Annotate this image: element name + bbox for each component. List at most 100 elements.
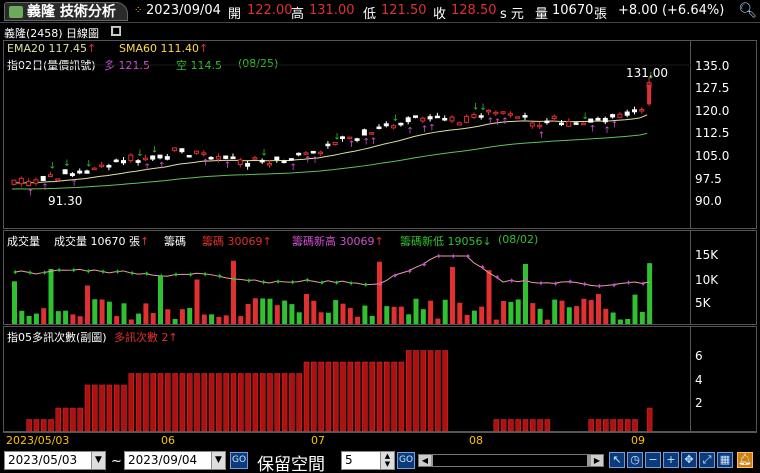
count-bar (318, 361, 324, 432)
candle (33, 179, 39, 184)
count-bar (274, 373, 281, 432)
count-bar (230, 373, 237, 432)
candle (69, 173, 75, 176)
candle (18, 177, 24, 185)
count-bar (106, 384, 113, 432)
volume-tick: 15K (695, 248, 719, 262)
candle (77, 170, 83, 174)
chip-marker-icon: ✦ (435, 252, 442, 261)
chip-marker-icon: ✦ (581, 280, 588, 289)
count-bar (201, 373, 208, 432)
count-bar (77, 407, 83, 432)
count-bar (216, 373, 222, 432)
high-value: 131.00 (309, 3, 355, 18)
volume-bar (347, 308, 353, 324)
volume-bar (77, 316, 83, 324)
candle (91, 167, 97, 171)
count-tick: 2 (695, 396, 703, 410)
count-bar (70, 407, 76, 432)
zoom-icon[interactable]: 🔍︎ (738, 1, 757, 19)
count-bar (26, 419, 32, 432)
buy-signal-icon: ↑ (428, 124, 436, 134)
volume-bar (559, 300, 565, 324)
ema-line (11, 114, 648, 184)
chip-marker-icon: ✦ (538, 279, 545, 288)
zoom-in-icon[interactable]: + (663, 452, 679, 468)
volume-bar (384, 306, 390, 324)
volume-bar (647, 263, 653, 324)
count-panel: 指05多訊次數(副圖) 多訊次數 2↑ (3, 326, 691, 432)
volume-bar (33, 313, 39, 324)
sell-signal-icon: ↓ (49, 162, 57, 172)
volume-bar (493, 319, 499, 324)
volume-axis: 15K 10K 5K (691, 230, 757, 325)
count-bar (267, 373, 273, 432)
candle (347, 136, 353, 140)
date-go-button[interactable]: GO (230, 452, 248, 469)
tab-technical-analysis[interactable]: 義隆 技術分析 (4, 2, 128, 21)
grid-icon[interactable]: ▦ (717, 452, 733, 468)
buy-signal-icon: ↑ (348, 140, 356, 150)
candle (624, 111, 630, 116)
fit-icon[interactable]: ⤢ (699, 452, 715, 468)
price-axis: 135.0 127.5 120.0 112.5 105.0 97.5 90.0 (691, 40, 757, 229)
volume-bar (588, 300, 594, 324)
period-label: 日線圖 (66, 27, 99, 40)
sell-signal-icon: ↓ (85, 160, 93, 170)
candle (215, 156, 221, 160)
scroll-left-icon[interactable]: ◀ (419, 455, 431, 466)
bell-icon[interactable]: 🔔︎ (737, 452, 753, 468)
volume-chart: ✦ ✦ ✦ ✦ ✦ ✦ ✦ ✦ ✦ ✦ ✦ ✦ ✦ ✦ ✦ ✦ ✦ ✦ ✦ ✦ ✦ ✦ ✦ ✦ ✦ ✦ ✦ ✦ ✦ ✦ ✦ ✦ ✦ ✦ ✦ ✦ ✦ ✦ ✦ ✦… (12, 252, 653, 324)
zoom-out-icon[interactable]: − (645, 452, 661, 468)
candle (121, 160, 126, 164)
scroll-thumb[interactable] (433, 455, 587, 466)
move-icon[interactable]: ✥ (681, 452, 697, 468)
reserve-go-button[interactable]: GO (397, 452, 415, 469)
clock-icon[interactable]: ◷ (627, 452, 643, 468)
volume-bar (457, 302, 463, 324)
volume-bar (48, 268, 54, 324)
chip-marker-icon: ✦ (85, 267, 92, 276)
chevron-down-icon: ▼ (91, 452, 105, 469)
chip-marker-icon: ✦ (611, 281, 618, 290)
chip-marker-icon: ✦ (640, 279, 647, 288)
volume-bar (55, 311, 61, 324)
start-date-select[interactable]: 2023/05/03 ▼ (4, 451, 106, 470)
buy-signal-icon: ↑ (70, 179, 78, 189)
price-tick: 127.5 (695, 81, 730, 95)
volume-bar (194, 279, 200, 324)
candle (84, 170, 90, 174)
checkbox-icon[interactable]: ■ (111, 26, 121, 36)
chart-scrollbar[interactable]: ◀ ▶ (418, 454, 604, 467)
volume-bar (26, 315, 32, 324)
chip-marker-icon: ✦ (596, 282, 603, 291)
end-date-select[interactable]: 2023/09/04 ▼ (124, 451, 226, 470)
count-bar (325, 361, 332, 432)
candle (434, 115, 440, 119)
price-chart: ↑↑↓ ↓↑↓↓↑↓↑ ↑ ↑↓↑↑ ↑↓↑ ↑ ↑↓↑ ↑ ↑↓ ↓↑ ↑ ↑↑↓↑ ↑↑↓ (4, 64, 692, 199)
scroll-right-icon[interactable]: ▶ (591, 455, 603, 466)
volume-bar (41, 308, 47, 324)
stepper-arrows-icon[interactable]: ▲ ▼ (380, 452, 394, 469)
candle (354, 138, 360, 141)
chip-marker-icon: ✦ (260, 278, 267, 287)
count-bar (55, 407, 62, 432)
volume-panel: 成交量 成交量 10670 張↑ 籌碼 籌碼 30069↑ 籌碼新高 30069… (3, 230, 691, 325)
candle (413, 115, 418, 118)
candle (442, 118, 448, 121)
candle (632, 109, 637, 113)
count-bar (252, 373, 259, 432)
count-bar (442, 350, 448, 432)
candle (267, 162, 272, 166)
volume-label: 量 (535, 7, 549, 22)
cursor-icon[interactable]: ↖ (609, 452, 625, 468)
count-bar (413, 350, 419, 432)
volume-bar (603, 308, 609, 324)
chip-marker-icon: ✦ (333, 278, 340, 287)
reserve-stepper[interactable]: 5 ▲ ▼ (341, 451, 395, 470)
chip-marker-icon: ✦ (187, 270, 194, 279)
volume-bar (544, 319, 550, 324)
candle (595, 117, 601, 121)
sell-signal-icon: ↓ (136, 149, 144, 159)
bottom-toolbar: 2023/05/03 ▼ ~ 2023/09/04 ▼ GO 保留空間 5 ▲ ▼ GO… (0, 448, 760, 473)
